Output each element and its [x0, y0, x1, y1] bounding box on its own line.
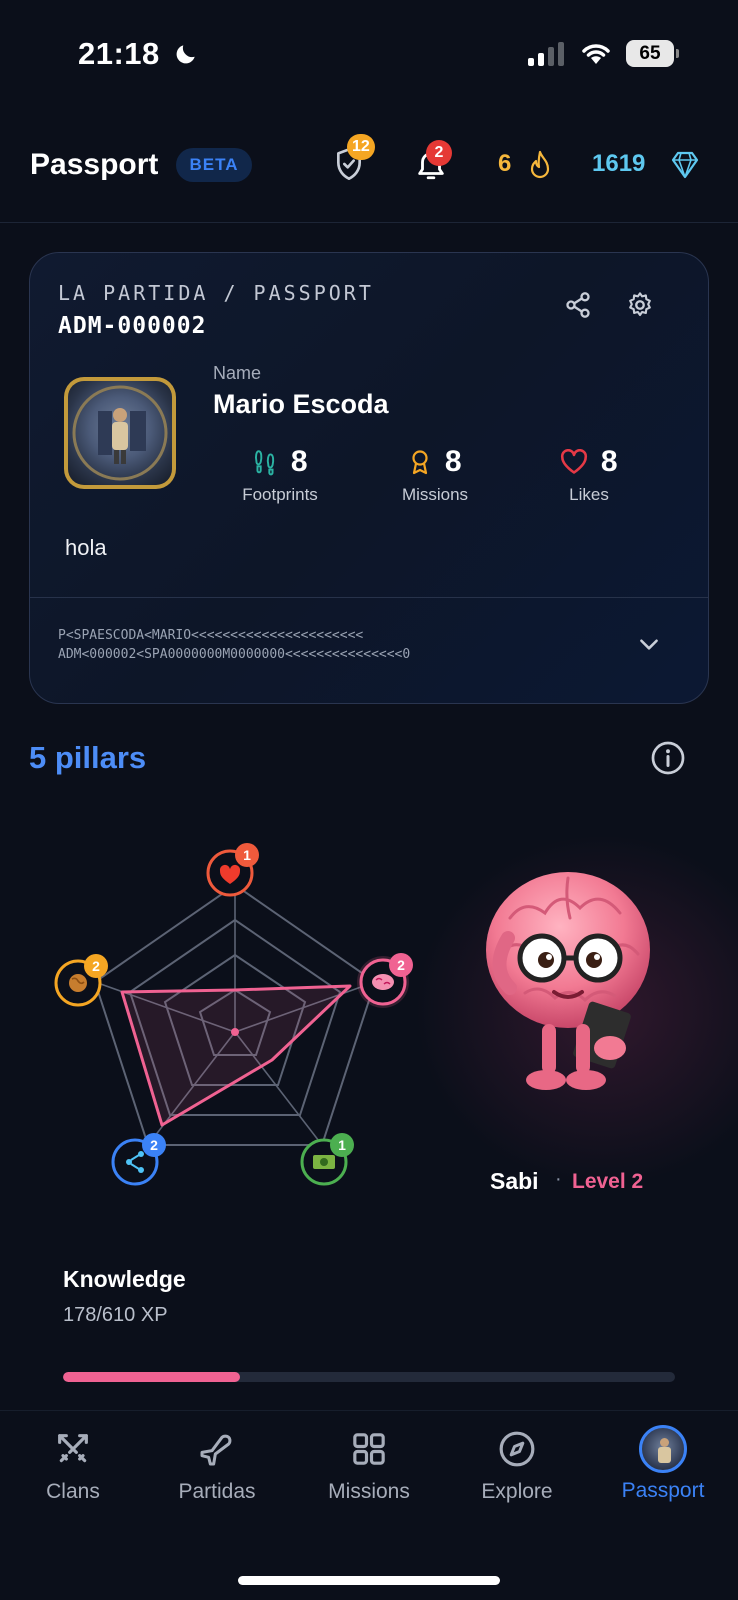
stat-footprints[interactable]: 8 Footprints — [215, 445, 345, 505]
xp-progress-bar — [63, 1372, 675, 1382]
mrz-line-1: P<SPAESCODA<MARIO<<<<<<<<<<<<<<<<<<<<<< — [58, 628, 364, 643]
nav-item-explore[interactable]: Explore — [452, 1429, 582, 1504]
shield-badge: 12 — [347, 134, 375, 160]
nav-item-partidas[interactable]: Partidas — [152, 1429, 282, 1504]
card-label: LA PARTIDA / PASSPORT — [58, 281, 374, 305]
radar-value-shape — [120, 984, 352, 1127]
nav-item-missions[interactable]: Missions — [304, 1429, 434, 1504]
info-icon[interactable] — [650, 740, 686, 776]
pillar-badge-heart: 1 — [235, 843, 259, 867]
user-name: Mario Escoda — [213, 389, 389, 419]
profile-avatar[interactable] — [64, 377, 176, 489]
diamond-icon — [671, 151, 699, 179]
swords-icon — [58, 1434, 88, 1463]
award-icon — [412, 450, 429, 475]
settings-gear-icon[interactable] — [626, 291, 654, 319]
progress-title: Knowledge — [63, 1266, 186, 1292]
brain-character-illustration — [486, 872, 650, 1090]
passport-card: LA PARTIDA / PASSPORT ADM-000002 Name Ma… — [29, 252, 709, 704]
footprints-icon — [255, 450, 275, 476]
heart-icon — [561, 449, 588, 474]
share-icon[interactable] — [564, 291, 592, 319]
user-bio: hola — [65, 535, 107, 560]
nav-label-clans: Clans — [46, 1480, 100, 1503]
battery-indicator: 65 — [626, 40, 679, 67]
mrz-code: P<SPAESCODA<MARIO<<<<<<<<<<<<<<<<<<<<<< A… — [58, 626, 410, 664]
gems-count: 1619 — [592, 150, 646, 177]
likes-count: 8 — [600, 445, 618, 478]
avatar-icon — [639, 1425, 687, 1473]
header-divider — [0, 222, 738, 223]
page-title: Passport — [30, 148, 159, 181]
plane-icon — [200, 1434, 232, 1466]
chevron-down-icon[interactable] — [636, 631, 662, 657]
likes-label: Likes — [569, 485, 609, 504]
signal-icon — [528, 41, 564, 66]
moon-icon — [176, 45, 195, 64]
nav-item-passport[interactable]: Passport — [598, 1425, 728, 1503]
progress-xp: 178/610 XP — [63, 1304, 168, 1326]
name-label: Name — [213, 363, 262, 383]
compass-icon — [499, 1431, 535, 1467]
pillar-badge-brain: 2 — [389, 953, 413, 977]
stat-likes[interactable]: 8 Likes — [524, 445, 654, 505]
passport-id: ADM-000002 — [58, 313, 207, 339]
flame-icon — [530, 150, 550, 179]
wifi-icon — [582, 43, 610, 64]
mrz-line-2: ADM<000002<SPA0000000M0000000<<<<<<<<<<<… — [58, 647, 411, 662]
character-separator: · — [555, 1168, 562, 1190]
notifications-button[interactable]: 2 — [414, 140, 452, 187]
character-name: Sabi — [490, 1168, 539, 1194]
status-indicators: 65 — [528, 40, 679, 67]
nav-item-clans[interactable]: Clans — [8, 1429, 138, 1504]
nav-label-explore: Explore — [481, 1480, 553, 1503]
beta-badge: BETA — [176, 148, 252, 182]
notifications-badge: 2 — [426, 140, 452, 166]
character-level: Level 2 — [572, 1170, 644, 1193]
pillar-badge-share: 2 — [142, 1133, 166, 1157]
streak-count: 6 — [498, 150, 512, 177]
nav-label-missions: Missions — [328, 1480, 410, 1503]
status-time: 21:18 — [78, 36, 199, 72]
footprints-label: Footprints — [242, 485, 318, 504]
missions-count: 8 — [444, 445, 462, 478]
nav-label-passport: Passport — [621, 1479, 705, 1502]
pillars-radar-chart — [54, 849, 409, 1186]
pillar-badge-money: 1 — [330, 1133, 354, 1157]
missions-label: Missions — [401, 485, 469, 504]
home-indicator[interactable] — [238, 1576, 500, 1585]
bottom-navigation: Clans Partidas Missions Explore Passport — [0, 1411, 738, 1600]
pillars-title: 5 pillars — [29, 740, 147, 775]
grid-icon — [353, 1433, 385, 1465]
shield-button[interactable]: 12 — [333, 134, 375, 187]
pillar-badge-globe: 2 — [84, 954, 108, 978]
avatar-photo — [72, 385, 168, 481]
nav-label-partidas: Partidas — [178, 1480, 256, 1503]
footprints-count: 8 — [290, 445, 308, 478]
xp-progress-fill — [63, 1372, 241, 1382]
stat-missions[interactable]: 8 Missions — [370, 445, 500, 505]
card-divider — [30, 597, 708, 598]
